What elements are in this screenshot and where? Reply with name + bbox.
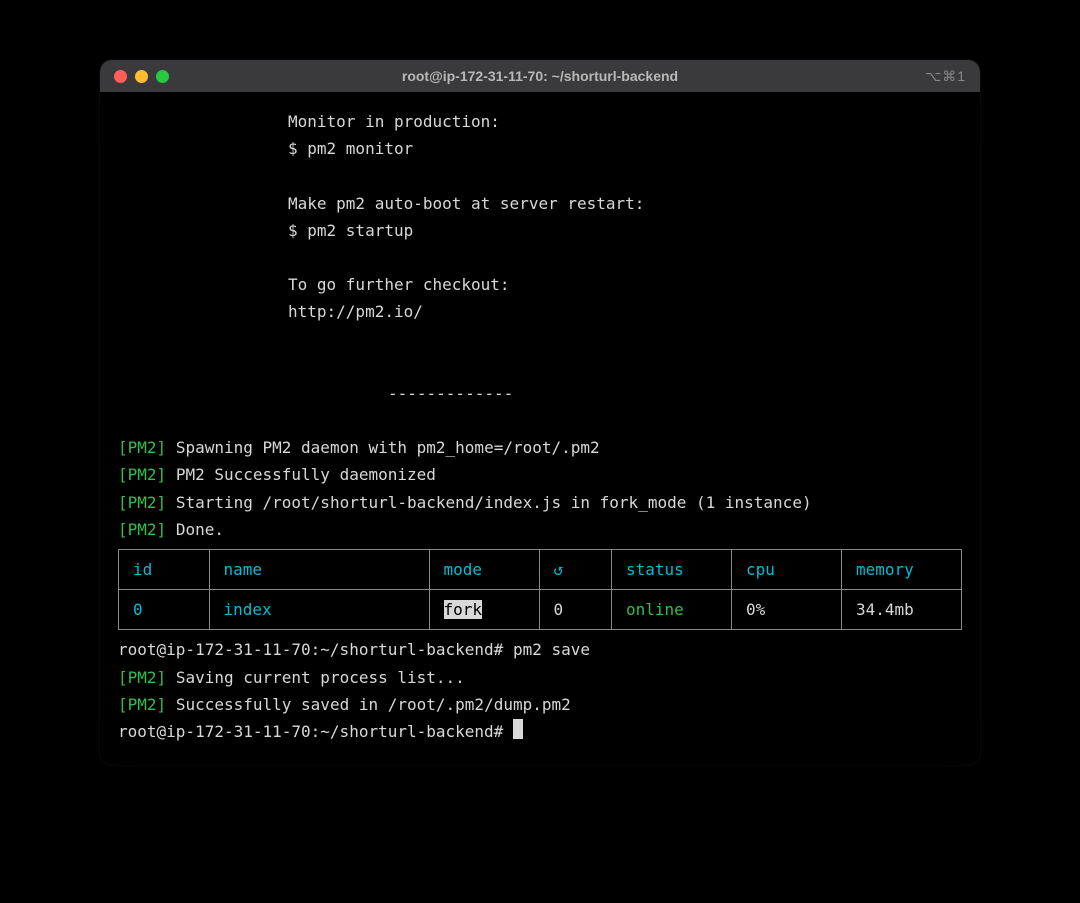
fullscreen-icon[interactable] <box>156 70 169 83</box>
col-cpu: cpu <box>732 550 842 590</box>
log-line: [PM2] Saving current process list... <box>118 664 962 691</box>
terminal-window: root@ip-172-31-11-70: ~/shorturl-backend… <box>100 60 980 765</box>
window-titlebar[interactable]: root@ip-172-31-11-70: ~/shorturl-backend… <box>100 60 980 92</box>
cell-id: 0 <box>133 600 143 619</box>
prompt-line[interactable]: root@ip-172-31-11-70:~/shorturl-backend# <box>118 718 962 745</box>
log-msg: Starting /root/shorturl-backend/index.js… <box>176 493 812 512</box>
log-msg: Done. <box>176 520 224 539</box>
col-id: id <box>119 550 210 590</box>
prompt-line: root@ip-172-31-11-70:~/shorturl-backend#… <box>118 636 962 663</box>
cell-mode: fork <box>444 600 483 619</box>
log-msg: PM2 Successfully daemonized <box>176 465 436 484</box>
traffic-lights <box>114 70 169 83</box>
pm2-tag: [PM2] <box>118 668 166 687</box>
intro-monitor-cmd: $ pm2 monitor <box>118 135 962 162</box>
pane-number-badge: ⌥⌘1 <box>925 68 966 85</box>
intro-monitor-label: Monitor in production: <box>118 108 962 135</box>
cell-memory: 34.4mb <box>842 590 962 630</box>
col-memory: memory <box>842 550 962 590</box>
pm2-tag: [PM2] <box>118 520 166 539</box>
log-msg: Successfully saved in /root/.pm2/dump.pm… <box>176 695 571 714</box>
col-name: name <box>209 550 429 590</box>
intro-divider: ------------- <box>118 380 962 407</box>
intro-further-label: To go further checkout: <box>118 271 962 298</box>
col-status: status <box>612 550 732 590</box>
log-line: [PM2] Successfully saved in /root/.pm2/d… <box>118 691 962 718</box>
intro-autoboot-cmd: $ pm2 startup <box>118 217 962 244</box>
shell-prompt: root@ip-172-31-11-70:~/shorturl-backend# <box>118 640 513 659</box>
intro-further-url: http://pm2.io/ <box>118 298 962 325</box>
log-line: [PM2] Starting /root/shorturl-backend/in… <box>118 489 962 516</box>
process-table: id name mode ↺ status cpu memory 0 index… <box>118 549 962 630</box>
cell-status: online <box>626 600 684 619</box>
log-msg: Spawning PM2 daemon with pm2_home=/root/… <box>176 438 600 457</box>
intro-autoboot-label: Make pm2 auto-boot at server restart: <box>118 190 962 217</box>
log-line: [PM2] Done. <box>118 516 962 543</box>
close-icon[interactable] <box>114 70 127 83</box>
pm2-tag: [PM2] <box>118 465 166 484</box>
minimize-icon[interactable] <box>135 70 148 83</box>
cell-name: index <box>224 600 272 619</box>
table-header-row: id name mode ↺ status cpu memory <box>119 550 962 590</box>
pm2-tag: [PM2] <box>118 695 166 714</box>
col-restart: ↺ <box>539 550 611 590</box>
window-title: root@ip-172-31-11-70: ~/shorturl-backend <box>100 68 980 84</box>
cell-restart: 0 <box>539 590 611 630</box>
table-row: 0 index fork 0 online 0% 34.4mb <box>119 590 962 630</box>
shell-prompt: root@ip-172-31-11-70:~/shorturl-backend# <box>118 722 513 741</box>
cursor-icon <box>513 719 523 739</box>
log-line: [PM2] PM2 Successfully daemonized <box>118 461 962 488</box>
log-line: [PM2] Spawning PM2 daemon with pm2_home=… <box>118 434 962 461</box>
cell-cpu: 0% <box>732 590 842 630</box>
shell-command: pm2 save <box>513 640 590 659</box>
terminal-body[interactable]: Monitor in production:$ pm2 monitor Make… <box>100 92 980 765</box>
pm2-tag: [PM2] <box>118 493 166 512</box>
col-mode: mode <box>429 550 539 590</box>
pm2-tag: [PM2] <box>118 438 166 457</box>
log-msg: Saving current process list... <box>176 668 465 687</box>
